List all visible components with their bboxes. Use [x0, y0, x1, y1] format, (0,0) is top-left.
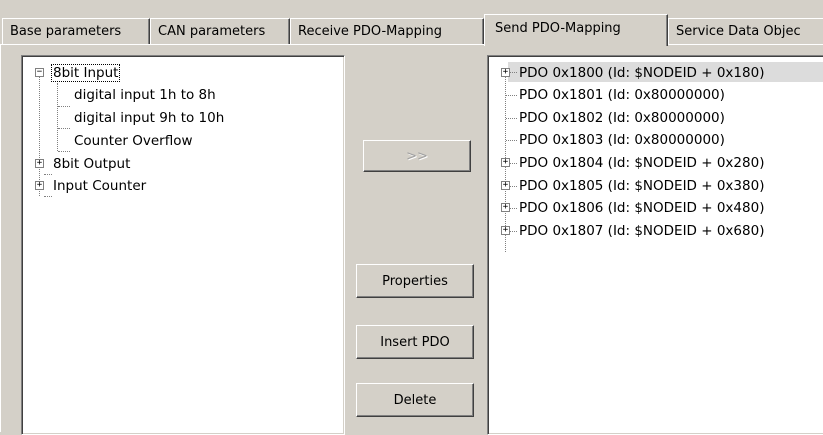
pdo-node-1800[interactable]: + PDO 0x1800 (Id: $NODEID + 0x180): [488, 62, 823, 84]
tab-label: Receive PDO-Mapping: [298, 24, 442, 39]
pdo-node-label: PDO 0x1802 (Id: 0x80000000): [519, 110, 725, 126]
tab-base-parameters[interactable]: Base parameters: [2, 18, 150, 45]
pdo-node-1801[interactable]: PDO 0x1801 (Id: 0x80000000): [488, 84, 823, 106]
insert-pdo-button[interactable]: Insert PDO: [356, 325, 474, 359]
pdo-node-1807[interactable]: + PDO 0x1807 (Id: $NODEID + 0x680): [488, 220, 823, 242]
pdo-node-1805[interactable]: + PDO 0x1805 (Id: $NODEID + 0x380): [488, 175, 823, 197]
pdo-node-label: PDO 0x1807 (Id: $NODEID + 0x680): [519, 223, 765, 239]
expand-icon[interactable]: +: [501, 181, 510, 190]
move-to-pdo-button[interactable]: >>: [363, 140, 471, 172]
expand-icon[interactable]: +: [501, 203, 510, 212]
pdo-node-1804[interactable]: + PDO 0x1804 (Id: $NODEID + 0x280): [488, 152, 823, 174]
pdo-node-1806[interactable]: + PDO 0x1806 (Id: $NODEID + 0x480): [488, 197, 823, 219]
pdo-node-label: PDO 0x1804 (Id: $NODEID + 0x280): [519, 155, 765, 171]
tab-label: Service Data Objec: [676, 24, 801, 39]
tree-node-8bit-output[interactable]: + 8bit Output: [22, 153, 342, 175]
tree-node-digital-input-9h-10h[interactable]: digital input 9h to 10h: [22, 107, 342, 129]
tab-label: CAN parameters: [158, 24, 266, 39]
pdo-node-label: PDO 0x1800 (Id: $NODEID + 0x180): [519, 65, 765, 81]
tree-node-label: digital input 1h to 8h: [74, 87, 216, 103]
pdo-node-label: PDO 0x1801 (Id: 0x80000000): [519, 87, 725, 103]
pdo-node-label: PDO 0x1806 (Id: $NODEID + 0x480): [519, 200, 765, 216]
tab-send-pdo-mapping[interactable]: Send PDO-Mapping: [484, 14, 668, 46]
expand-icon[interactable]: +: [501, 158, 510, 167]
tab-can-parameters[interactable]: CAN parameters: [150, 18, 290, 45]
tree-node-8bit-input[interactable]: − 8bit Input: [22, 62, 342, 84]
tree-node-label: digital input 9h to 10h: [74, 110, 225, 126]
tree-node-input-counter[interactable]: + Input Counter: [22, 175, 342, 197]
tab-label: Send PDO-Mapping: [495, 21, 621, 36]
pdo-node-label: PDO 0x1805 (Id: $NODEID + 0x380): [519, 178, 765, 194]
pdo-node-1802[interactable]: PDO 0x1802 (Id: 0x80000000): [488, 107, 823, 129]
tree-node-counter-overflow[interactable]: Counter Overflow: [22, 130, 342, 152]
expand-icon[interactable]: +: [501, 226, 510, 235]
expand-icon[interactable]: +: [35, 159, 44, 168]
delete-button[interactable]: Delete: [356, 383, 474, 417]
send-pdo-mapping-panel: − 8bit Input digital input 1h to 8h digi…: [0, 44, 823, 435]
tree-node-label: 8bit Output: [53, 156, 131, 172]
tree-node-digital-input-1h-8h[interactable]: digital input 1h to 8h: [22, 84, 342, 106]
tree-node-label: Input Counter: [53, 178, 147, 194]
tree-node-label: Counter Overflow: [74, 133, 193, 149]
pdo-mapping-tree[interactable]: + PDO 0x1800 (Id: $NODEID + 0x180) PDO 0…: [487, 55, 823, 435]
available-objects-tree[interactable]: − 8bit Input digital input 1h to 8h digi…: [21, 55, 345, 435]
expand-icon[interactable]: +: [501, 68, 510, 77]
tab-receive-pdo-mapping[interactable]: Receive PDO-Mapping: [290, 18, 484, 45]
tree-node-label: 8bit Input: [50, 64, 121, 82]
pdo-node-label: PDO 0x1803 (Id: 0x80000000): [519, 132, 725, 148]
collapse-icon[interactable]: −: [35, 68, 44, 77]
tab-strip: Base parameters CAN parameters Receive P…: [0, 0, 823, 46]
tab-service-data-objects[interactable]: Service Data Objec: [668, 18, 823, 45]
tab-label: Base parameters: [10, 24, 122, 39]
properties-button[interactable]: Properties: [356, 264, 474, 298]
pdo-node-1803[interactable]: PDO 0x1803 (Id: 0x80000000): [488, 129, 823, 151]
expand-icon[interactable]: +: [35, 181, 44, 190]
